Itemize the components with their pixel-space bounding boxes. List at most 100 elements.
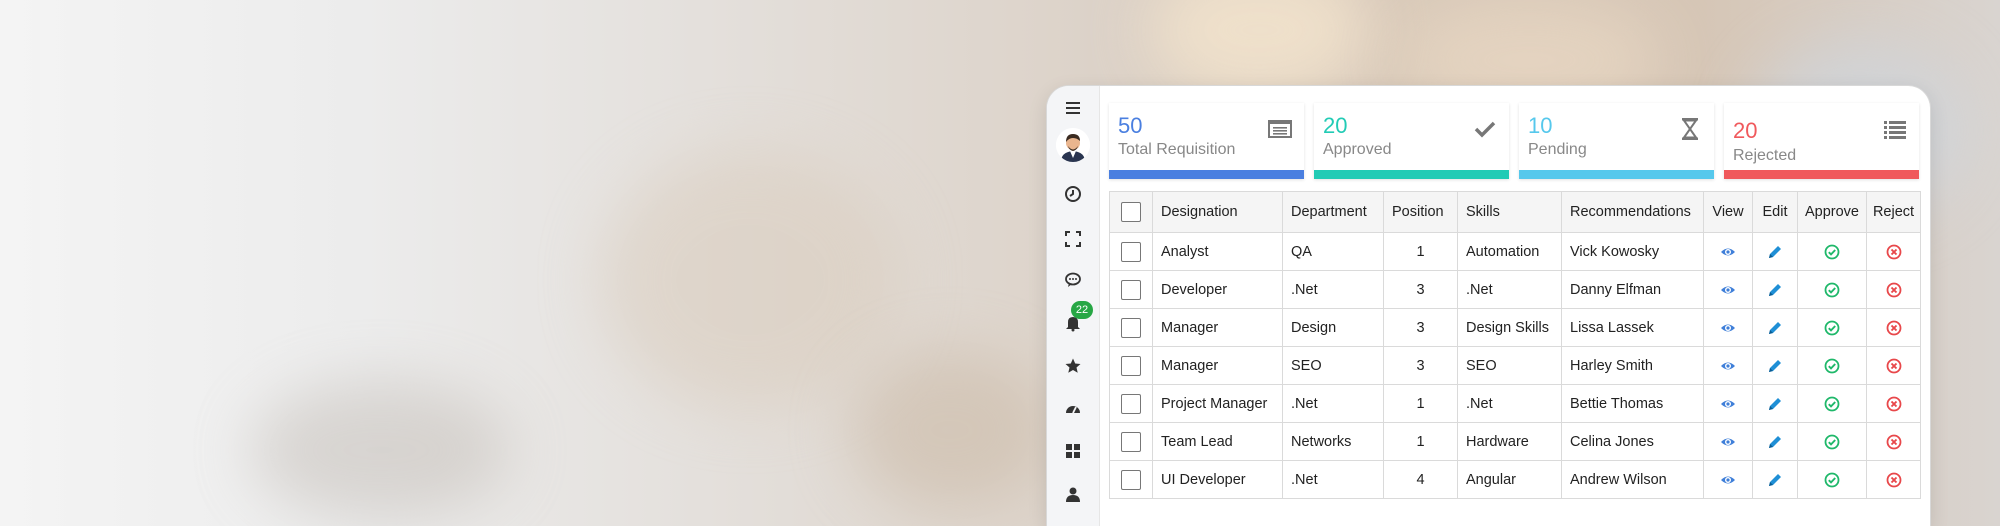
cell-edit xyxy=(1752,308,1798,347)
cell-recommendation: Bettie Thomas xyxy=(1561,384,1704,423)
background-blur xyxy=(250,380,510,520)
table-row[interactable]: Analyst QA 1 Automation Vick Kowosky xyxy=(1109,232,1921,271)
cell-department: .Net xyxy=(1282,460,1384,499)
eye-icon[interactable] xyxy=(1720,434,1736,450)
card-count: 50 xyxy=(1118,113,1143,138)
row-select-cell xyxy=(1109,232,1153,271)
card-label: Rejected xyxy=(1733,147,1797,164)
sidebar: 22 xyxy=(1047,86,1100,526)
menu-icon[interactable] xyxy=(1061,96,1085,120)
select-all-checkbox[interactable] xyxy=(1121,202,1141,222)
header-designation[interactable]: Designation xyxy=(1152,191,1283,233)
card-approved[interactable]: 20 Approved xyxy=(1314,103,1509,179)
reject-x-icon[interactable] xyxy=(1886,282,1902,298)
cell-designation: UI Developer xyxy=(1152,460,1283,499)
eye-icon[interactable] xyxy=(1720,320,1736,336)
fullscreen-icon[interactable] xyxy=(1061,227,1085,251)
approve-check-icon[interactable] xyxy=(1824,396,1840,412)
pencil-icon[interactable] xyxy=(1767,244,1783,260)
cell-recommendation: Lissa Lassek xyxy=(1561,308,1704,347)
avatar[interactable] xyxy=(1056,128,1090,162)
header-reject: Reject xyxy=(1866,191,1921,233)
approve-check-icon[interactable] xyxy=(1824,244,1840,260)
pencil-icon[interactable] xyxy=(1767,282,1783,298)
header-view: View xyxy=(1703,191,1753,233)
user-icon[interactable] xyxy=(1061,482,1085,506)
reject-x-icon[interactable] xyxy=(1886,320,1902,336)
card-color-bar xyxy=(1519,170,1714,179)
row-checkbox[interactable] xyxy=(1121,469,1141,490)
row-checkbox[interactable] xyxy=(1121,393,1141,414)
row-checkbox[interactable] xyxy=(1121,317,1141,338)
eye-icon[interactable] xyxy=(1720,244,1736,260)
cell-position: 1 xyxy=(1383,384,1458,423)
row-checkbox[interactable] xyxy=(1121,431,1141,452)
eye-icon[interactable] xyxy=(1720,396,1736,412)
header-position[interactable]: Position xyxy=(1383,191,1458,233)
dashboard-icon[interactable] xyxy=(1061,397,1085,421)
eye-icon[interactable] xyxy=(1720,282,1736,298)
pencil-icon[interactable] xyxy=(1767,472,1783,488)
pencil-icon[interactable] xyxy=(1767,434,1783,450)
table-row[interactable]: Manager Design 3 Design Skills Lissa Lassek xyxy=(1109,308,1921,347)
cell-view xyxy=(1703,460,1753,499)
table-row[interactable]: Team Lead Networks 1 Hardware Celina Jones xyxy=(1109,422,1921,461)
approve-check-icon[interactable] xyxy=(1824,472,1840,488)
row-checkbox[interactable] xyxy=(1121,279,1141,300)
row-checkbox[interactable] xyxy=(1121,241,1141,262)
grid-icon[interactable] xyxy=(1061,439,1085,463)
approve-check-icon[interactable] xyxy=(1824,282,1840,298)
row-select-cell xyxy=(1109,270,1153,309)
approve-check-icon[interactable] xyxy=(1824,358,1840,374)
header-recommendations[interactable]: Recommendations xyxy=(1561,191,1704,233)
card-label: Total Requisition xyxy=(1118,141,1236,158)
cell-recommendation: Harley Smith xyxy=(1561,346,1704,385)
select-all-cell xyxy=(1109,191,1153,233)
table-header-row: Designation Department Position Skills R… xyxy=(1109,191,1921,233)
card-count: 20 xyxy=(1323,113,1348,138)
approve-check-icon[interactable] xyxy=(1824,434,1840,450)
approve-check-icon[interactable] xyxy=(1824,320,1840,336)
cell-reject xyxy=(1866,422,1921,461)
cell-skills: .Net xyxy=(1457,384,1562,423)
eye-icon[interactable] xyxy=(1720,472,1736,488)
cell-position: 4 xyxy=(1383,460,1458,499)
cell-approve xyxy=(1797,384,1867,423)
row-select-cell xyxy=(1109,422,1153,461)
header-department[interactable]: Department xyxy=(1282,191,1384,233)
cell-position: 3 xyxy=(1383,308,1458,347)
cell-view xyxy=(1703,232,1753,271)
table-row[interactable]: UI Developer .Net 4 Angular Andrew Wilson xyxy=(1109,460,1921,499)
pencil-icon[interactable] xyxy=(1767,358,1783,374)
cell-view xyxy=(1703,308,1753,347)
row-checkbox[interactable] xyxy=(1121,355,1141,376)
reject-x-icon[interactable] xyxy=(1886,396,1902,412)
reject-x-icon[interactable] xyxy=(1886,434,1902,450)
pencil-icon[interactable] xyxy=(1767,396,1783,412)
notification-badge: 22 xyxy=(1071,301,1093,319)
eye-icon[interactable] xyxy=(1720,358,1736,374)
header-skills[interactable]: Skills xyxy=(1457,191,1562,233)
requisition-table: Designation Department Position Skills R… xyxy=(1109,191,1921,499)
card-pending[interactable]: 10 Pending xyxy=(1519,103,1714,179)
cell-skills: SEO xyxy=(1457,346,1562,385)
table-row[interactable]: Developer .Net 3 .Net Danny Elfman xyxy=(1109,270,1921,309)
reject-x-icon[interactable] xyxy=(1886,244,1902,260)
card-total-requisition[interactable]: 50 Total Requisition xyxy=(1109,103,1304,179)
cell-recommendation: Celina Jones xyxy=(1561,422,1704,461)
reject-x-icon[interactable] xyxy=(1886,358,1902,374)
reject-x-icon[interactable] xyxy=(1886,472,1902,488)
pencil-icon[interactable] xyxy=(1767,320,1783,336)
star-icon[interactable] xyxy=(1061,354,1085,378)
cell-approve xyxy=(1797,460,1867,499)
card-label: Approved xyxy=(1323,141,1392,158)
cell-department: .Net xyxy=(1282,384,1384,423)
table-row[interactable]: Manager SEO 3 SEO Harley Smith xyxy=(1109,346,1921,385)
table-row[interactable]: Project Manager .Net 1 .Net Bettie Thomas xyxy=(1109,384,1921,423)
clock-icon[interactable] xyxy=(1061,182,1085,206)
card-rejected[interactable]: 20 Rejected xyxy=(1724,103,1919,179)
row-select-cell xyxy=(1109,384,1153,423)
cell-edit xyxy=(1752,422,1798,461)
chat-icon[interactable] xyxy=(1061,268,1085,292)
card-color-bar xyxy=(1314,170,1509,179)
